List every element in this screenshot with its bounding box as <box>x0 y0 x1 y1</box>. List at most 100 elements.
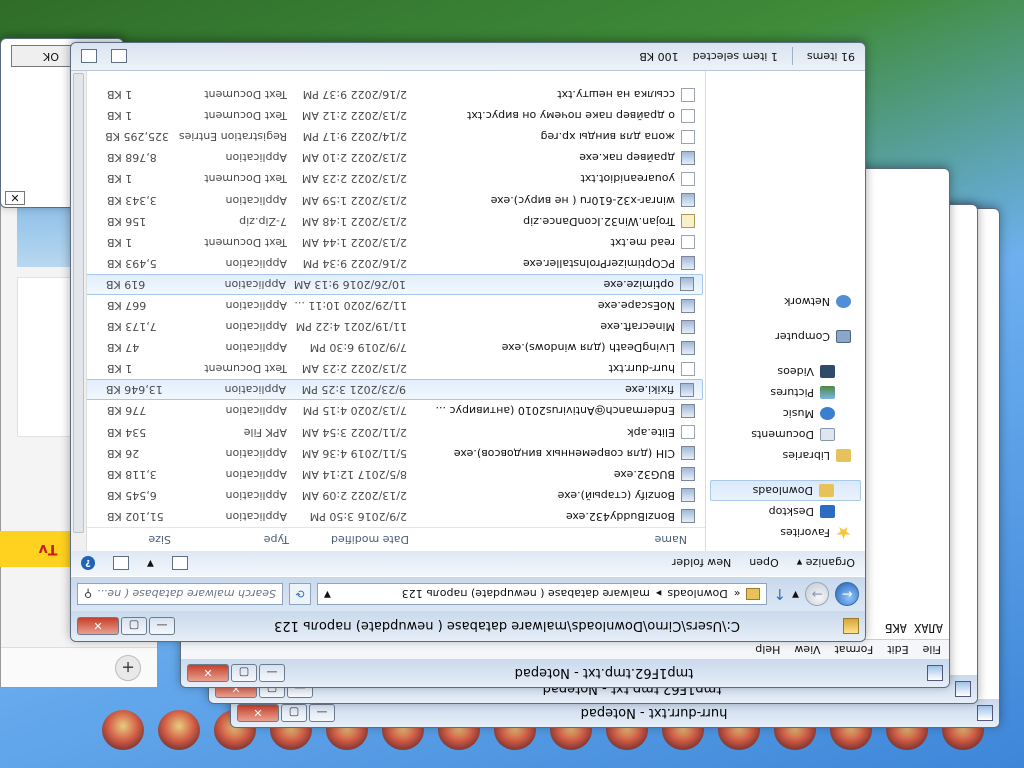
minimize-button[interactable]: — <box>259 664 285 682</box>
file-exe-icon <box>681 467 695 482</box>
new-folder-button[interactable]: New folder <box>672 557 731 570</box>
file-name: Minecraft.exe <box>600 320 675 334</box>
file-row[interactable]: CIH (для современных виндовсов).exe 5/11/… <box>73 443 703 464</box>
computer-icon <box>836 330 851 343</box>
file-rows: BonziBuddy432.exe 2/9/2016 3:50 PM Applica… <box>71 84 705 527</box>
dialog-close-button[interactable]: ✕ <box>5 191 25 205</box>
file-row[interactable]: BonziBuddy432.exe 2/9/2016 3:50 PM Applica… <box>73 506 703 527</box>
nav-network[interactable]: Network <box>706 291 865 312</box>
breadcrumb-separator-icon[interactable]: ▸ <box>656 588 662 601</box>
nav-downloads[interactable]: Downloads <box>710 480 861 501</box>
search-input[interactable]: Search malware database ( ne... ⚲ <box>77 583 283 605</box>
file-row[interactable]: о драйвер паке почему он вирус.txt 2/13/2… <box>73 105 703 126</box>
search-icon[interactable]: ⚲ <box>84 588 92 601</box>
scrollbar-thumb[interactable] <box>73 73 84 533</box>
menu-edit[interactable]: Edit <box>887 643 908 656</box>
nav-pictures[interactable]: Pictures <box>706 382 865 403</box>
large-icons-view-icon[interactable] <box>81 49 97 64</box>
recent-pages-icon[interactable]: ▼ <box>792 589 799 599</box>
nav-videos[interactable]: Videos <box>706 361 865 382</box>
videos-icon <box>820 365 835 378</box>
file-row[interactable]: жопа для винды хр.reg 2/14/2022 9:17 PM Re… <box>73 126 703 147</box>
file-exe-icon <box>681 403 695 418</box>
view-dropdown-icon[interactable]: ▼ <box>147 558 154 568</box>
menu-file[interactable]: File <box>923 643 941 656</box>
organize-button[interactable]: Organize ▾ <box>797 557 855 570</box>
downloads-folder-icon <box>819 484 834 497</box>
column-name[interactable]: Name <box>415 533 705 546</box>
back-button[interactable]: ← <box>835 582 859 606</box>
view-options-icon[interactable] <box>171 556 188 570</box>
file-row[interactable]: read me.txt 2/13/2022 1:44 AM Text Documen… <box>73 232 703 253</box>
explorer-window[interactable]: C:\Users\Cirno\Downloads\malware databas… <box>70 42 866 642</box>
close-button[interactable]: ✕ <box>77 617 119 635</box>
file-txt-icon <box>681 361 695 376</box>
file-row[interactable]: ссылка на нешту.txt 2/16/2022 9:37 PM Text… <box>73 84 703 105</box>
notepad-3-titlebar[interactable]: tmp1F62.tmp.txt - Notepad — ▢ ✕ <box>181 659 949 687</box>
close-button[interactable]: ✕ <box>187 664 229 682</box>
nav-documents[interactable]: Documents <box>706 424 865 445</box>
minimize-button[interactable]: — <box>149 617 175 635</box>
open-button[interactable]: Open <box>749 557 778 570</box>
maximize-button[interactable]: ▢ <box>281 704 307 722</box>
file-type: Application <box>225 467 287 481</box>
preview-pane-icon[interactable] <box>113 556 129 570</box>
menu-format[interactable]: Format <box>835 643 874 656</box>
file-row[interactable]: youareanidiot.txt 2/13/2022 2:23 AM Text D… <box>73 168 703 189</box>
file-type: Application <box>225 446 287 460</box>
file-row[interactable]: winrar-x32-610ru ( не вирус).exe 2/13/202… <box>73 190 703 211</box>
column-type[interactable]: Type <box>177 533 295 546</box>
file-name: winrar-x32-610ru ( не вирус).exe <box>490 193 675 207</box>
file-row[interactable]: fixiki.exe 9/23/2021 3:25 PM Application 13… <box>73 379 703 401</box>
maximize-button[interactable]: ▢ <box>231 664 257 682</box>
close-button[interactable]: ✕ <box>237 704 279 722</box>
refresh-icon[interactable]: ⟳ <box>289 583 311 605</box>
nav-music[interactable]: Music <box>706 403 865 424</box>
address-dropdown-icon[interactable]: ▼ <box>324 589 331 599</box>
file-size: 5,493 KB <box>107 256 157 270</box>
breadcrumb-current[interactable]: malware database ( newupdate) пароль 123 <box>402 588 650 601</box>
file-date: 10/26/2016 9:13 AM <box>293 277 406 291</box>
file-row[interactable]: Bonzify (старый).exe 2/13/2022 2:09 AM App… <box>73 485 703 506</box>
file-row[interactable]: NoEscape.exe 11/29/2020 10:11 ... Applicat… <box>73 295 703 316</box>
maximize-button[interactable]: ▢ <box>121 617 147 635</box>
add-tab-button[interactable]: + <box>115 655 141 681</box>
file-row[interactable]: BUG32.exe 8/5/2017 12:14 AM Application 3,1… <box>73 464 703 485</box>
nav-libraries[interactable]: Libraries <box>706 445 865 466</box>
help-icon[interactable]: ? <box>81 556 95 570</box>
menu-view[interactable]: View <box>794 643 820 656</box>
file-row[interactable]: Trojan.Win32.IconDance.zip 2/13/2022 1:48… <box>73 211 703 232</box>
desktop-icon[interactable] <box>158 710 200 750</box>
nav-desktop[interactable]: Desktop <box>706 501 865 522</box>
notepad-3-title: tmp1F62.tmp.txt - Notepad <box>514 665 694 681</box>
nav-libraries-label: Libraries <box>782 449 830 462</box>
file-type: Application <box>225 404 287 418</box>
breadcrumb-overflow[interactable]: « <box>734 588 741 601</box>
forward-button[interactable]: → <box>805 582 829 606</box>
minimize-button[interactable]: — <box>309 704 335 722</box>
file-row[interactable]: Elite.apk 2/11/2022 3:54 AM APK File 534 KB <box>73 422 703 443</box>
file-row[interactable]: optimize.exe 10/26/2016 9:13 AM Applicatio… <box>73 273 703 295</box>
breadcrumb-downloads[interactable]: Downloads <box>667 588 727 601</box>
file-type: APK File <box>243 425 287 439</box>
nav-computer[interactable]: Computer <box>706 326 865 347</box>
file-row[interactable]: hurr-durr.txt 2/13/2022 2:23 AM Text Docum… <box>73 358 703 379</box>
details-view-icon[interactable] <box>111 49 127 64</box>
file-name: ссылка на нешту.txt <box>557 88 675 102</box>
file-name-cell: Bonzify (старый).exe <box>413 488 703 503</box>
file-row[interactable]: LivingDeath (для windows).exe 7/9/2019 6:… <box>73 337 703 358</box>
nav-favorites[interactable]: Favorites <box>706 522 865 543</box>
file-row[interactable]: Minecraft.exe 11/19/2021 4:22 PM Applicati… <box>73 316 703 337</box>
up-arrow-icon[interactable]: ↑ <box>774 585 787 603</box>
vertical-scrollbar[interactable] <box>71 71 87 551</box>
file-row[interactable]: Endermanch@Antivirus2010 (антивирус ... 7… <box>73 400 703 421</box>
explorer-titlebar[interactable]: C:\Users\Cirno\Downloads\malware databas… <box>71 611 865 641</box>
file-row[interactable]: драйвер пак.exe 2/13/2022 2:10 AM Applicat… <box>73 147 703 168</box>
file-row[interactable]: PCOptimizerProInstaller.exe 2/16/2022 9:3… <box>73 253 703 274</box>
desktop-icon[interactable] <box>102 710 144 750</box>
column-date-modified[interactable]: Date modified <box>295 533 415 546</box>
address-bar[interactable]: « Downloads ▸ malware database ( newupda… <box>317 583 768 605</box>
menu-help[interactable]: Help <box>755 643 780 656</box>
nav-music-label: Music <box>782 407 814 420</box>
column-size[interactable]: Size <box>97 533 177 546</box>
